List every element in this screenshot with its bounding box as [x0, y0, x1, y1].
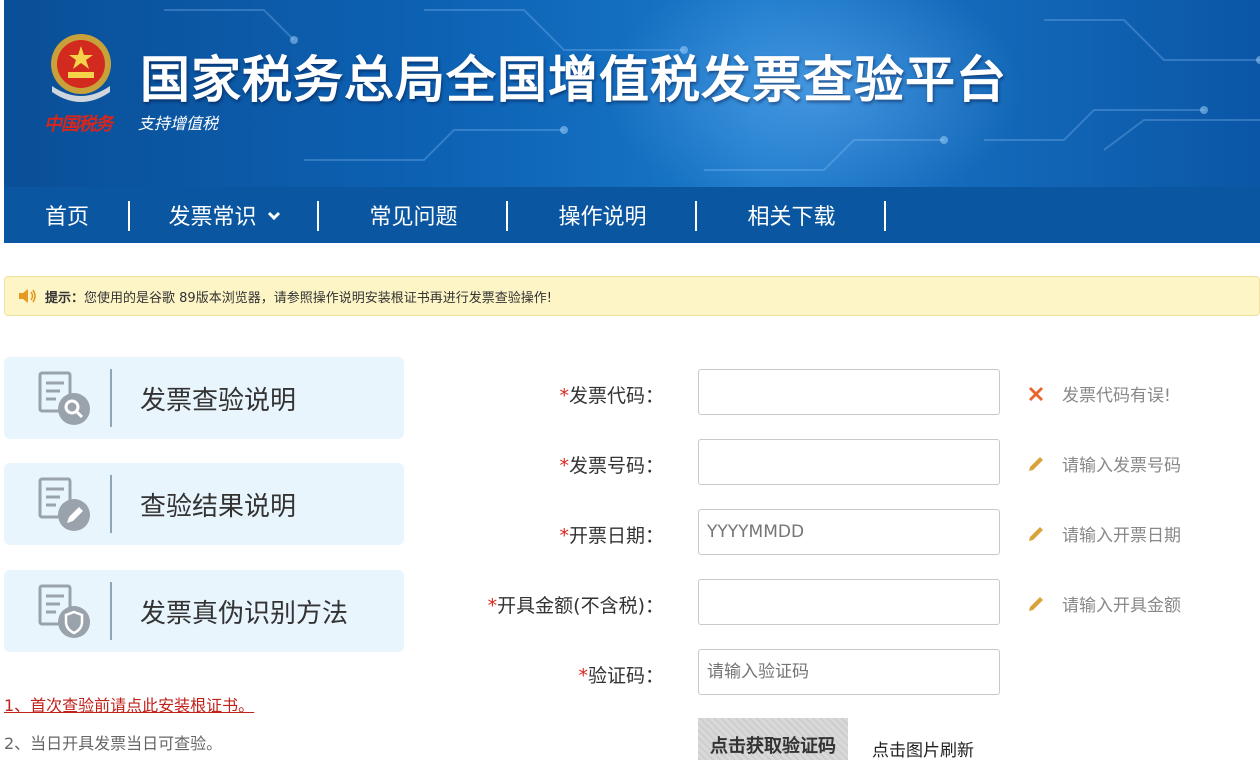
- nav-item-invoice-knowledge[interactable]: 发票常识: [130, 187, 319, 243]
- speaker-icon: [19, 289, 36, 303]
- nav-label: 常见问题: [369, 205, 458, 230]
- doc-shield-icon: [38, 584, 90, 638]
- tip-label: 提示：: [45, 290, 85, 306]
- doc-search-icon: [38, 371, 90, 425]
- card-result-guide[interactable]: 查验结果说明: [4, 463, 404, 545]
- form-row-amount: *开具金额(不含税)： 请输入开具金额: [440, 579, 1260, 625]
- form-row-invoice-number: *发票号码： 请输入发票号码: [440, 439, 1260, 485]
- field-hint: 请输入发票号码: [1026, 451, 1181, 476]
- site-title: 国家税务总局全国增值税发票查验平台: [140, 51, 1007, 109]
- card-label: 发票真伪识别方法: [140, 598, 349, 629]
- nav-label: 操作说明: [558, 205, 647, 230]
- field-label: *发票号码：: [559, 455, 664, 477]
- captcha-input[interactable]: [698, 649, 1000, 695]
- amount-input[interactable]: [698, 579, 1000, 625]
- form-row-issue-date: *开票日期： 请输入开票日期: [440, 509, 1260, 555]
- nav-label: 首页: [44, 205, 89, 230]
- national-emblem-icon: [51, 34, 111, 102]
- captcha-refresh-hint: 点击图片刷新: [872, 741, 974, 760]
- nav-item-faq[interactable]: 常见问题: [319, 187, 508, 243]
- field-hint: 请输入开具金额: [1026, 591, 1181, 616]
- field-label: *验证码：: [578, 665, 664, 687]
- main-nav: 首页 发票常识 常见问题 操作说明 相关下载: [4, 187, 1260, 243]
- doc-edit-icon: [38, 477, 90, 531]
- pencil-icon: [1029, 596, 1043, 611]
- tip-bar: 提示： 您使用的是谷歌 89版本浏览器，请参照操作说明安装根证书再进行发票查验操…: [4, 276, 1260, 316]
- nav-item-downloads[interactable]: 相关下载: [697, 187, 886, 243]
- header-banner: 中国税务 国家税务总局全国增值税发票查验平台 支持增值税: [4, 0, 1260, 187]
- nav-label: 相关下载: [747, 205, 836, 230]
- pencil-icon: [1029, 526, 1043, 541]
- field-label: *发票代码：: [559, 385, 664, 407]
- form-row-captcha: *验证码：: [440, 649, 1260, 695]
- captcha-image[interactable]: 点击获取验证码: [698, 718, 848, 760]
- invoice-code-input[interactable]: [698, 369, 1000, 415]
- page: 中国税务 国家税务总局全国增值税发票查验平台 支持增值税 首页 发票常识 常见问…: [0, 0, 1260, 760]
- card-authenticity-guide[interactable]: 发票真伪识别方法: [4, 570, 404, 652]
- field-label: *开具金额(不含税)：: [487, 595, 664, 617]
- card-label: 发票查验说明: [140, 385, 297, 416]
- invoice-number-input[interactable]: [698, 439, 1000, 485]
- site-subtitle: 支持增值税: [138, 114, 219, 133]
- error-x-icon: [1029, 386, 1043, 401]
- chevron-down-icon: [267, 211, 280, 221]
- card-label: 查验结果说明: [140, 491, 297, 522]
- card-verify-guide[interactable]: 发票查验说明: [4, 357, 404, 439]
- tip-text: 您使用的是谷歌 89版本浏览器，请参照操作说明安装根证书再进行发票查验操作!: [84, 290, 552, 306]
- brand-signature: 中国税务: [44, 114, 113, 135]
- nav-label: 发票常识: [168, 205, 257, 230]
- issue-date-input[interactable]: [698, 509, 1000, 555]
- field-hint: 请输入开票日期: [1026, 521, 1181, 546]
- nav-item-instructions[interactable]: 操作说明: [508, 187, 697, 243]
- field-label: *开票日期：: [559, 525, 664, 547]
- form-row-invoice-code: *发票代码： 发票代码有误!: [440, 369, 1260, 415]
- nav-item-home[interactable]: 首页: [4, 187, 130, 243]
- pencil-icon: [1029, 456, 1043, 471]
- field-hint: 发票代码有误!: [1026, 381, 1171, 406]
- same-day-note: 2、当日开具发票当日可查验。: [4, 734, 223, 753]
- install-cert-link[interactable]: 1、首次查验前请点此安装根证书。: [4, 692, 254, 716]
